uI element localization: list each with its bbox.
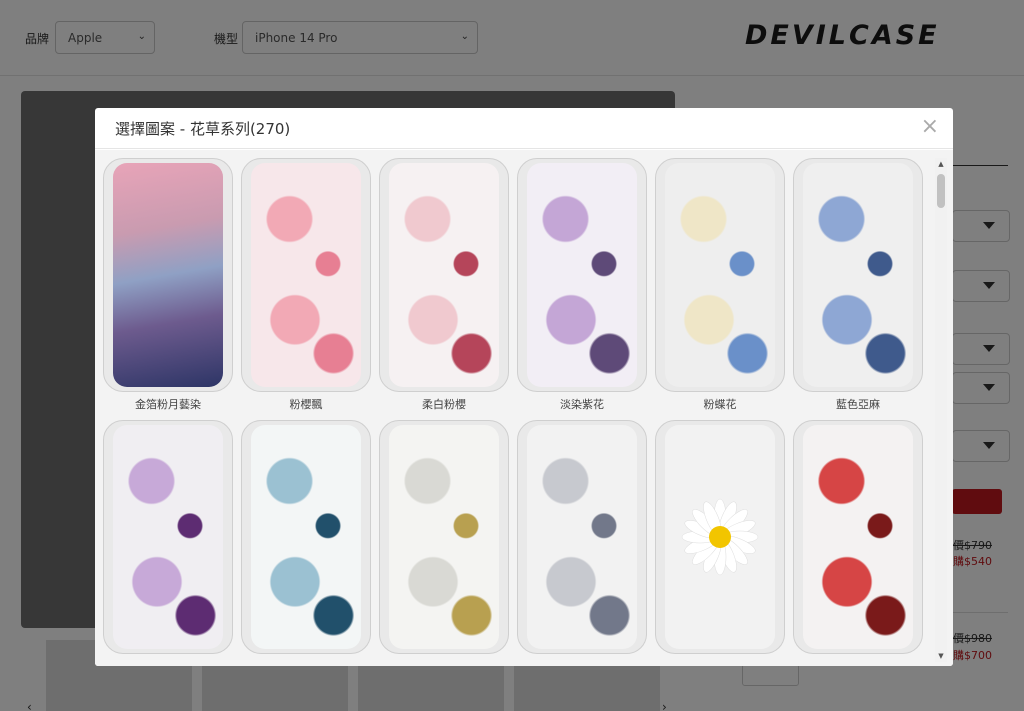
design-card[interactable] [103, 420, 233, 654]
scrollbar-thumb[interactable] [937, 174, 945, 208]
phone-case-frame [103, 158, 233, 392]
phone-case-frame [241, 420, 371, 654]
design-card[interactable] [655, 420, 785, 654]
design-artwork [113, 425, 223, 649]
design-artwork [665, 163, 775, 387]
design-card[interactable]: 藍色亞麻 [793, 158, 923, 412]
modal-body: 金箔粉月藝染 粉櫻飄 柔白粉櫻 淡染紫花 粉蝶花 藍色亞麻 [95, 150, 953, 666]
phone-case-frame [517, 158, 647, 392]
design-artwork [527, 163, 637, 387]
modal-title: 選擇圖案 - 花草系列(270) [115, 120, 291, 138]
phone-case-frame [379, 158, 509, 392]
design-card[interactable]: 粉櫻飄 [241, 158, 371, 412]
pattern-picker-modal: 選擇圖案 - 花草系列(270) × 金箔粉月藝染 粉櫻飄 柔白粉櫻 淡染紫花 粉蝶花 藍… [95, 108, 953, 666]
design-name: 藍色亞麻 [836, 398, 880, 411]
design-name: 粉蝶花 [703, 398, 737, 411]
phone-case-frame [241, 158, 371, 392]
design-artwork [389, 425, 499, 649]
close-icon[interactable]: × [921, 116, 939, 138]
design-artwork [251, 163, 361, 387]
phone-case-frame [793, 158, 923, 392]
daisy-flower-icon [681, 498, 759, 576]
design-artwork [389, 163, 499, 387]
design-card[interactable] [241, 420, 371, 654]
modal-header: 選擇圖案 - 花草系列(270) × [95, 108, 953, 149]
scrollbar[interactable]: ▲ ▼ [935, 158, 947, 662]
phone-case-frame [379, 420, 509, 654]
design-card[interactable]: 柔白粉櫻 [379, 158, 509, 412]
design-name: 粉櫻飄 [289, 398, 323, 411]
phone-case-frame [517, 420, 647, 654]
design-artwork [665, 425, 775, 649]
design-card[interactable]: 金箔粉月藝染 [103, 158, 233, 412]
phone-case-frame [655, 420, 785, 654]
design-card[interactable] [517, 420, 647, 654]
design-artwork [803, 163, 913, 387]
design-artwork [113, 163, 223, 387]
design-card[interactable] [793, 420, 923, 654]
design-card[interactable] [379, 420, 509, 654]
scroll-down-icon[interactable]: ▼ [935, 650, 947, 662]
scroll-up-icon[interactable]: ▲ [935, 158, 947, 170]
design-artwork [527, 425, 637, 649]
design-card[interactable]: 淡染紫花 [517, 158, 647, 412]
design-name: 淡染紫花 [560, 398, 604, 411]
phone-case-frame [103, 420, 233, 654]
design-artwork [251, 425, 361, 649]
phone-case-frame [793, 420, 923, 654]
design-name: 金箔粉月藝染 [135, 398, 201, 411]
design-card[interactable]: 粉蝶花 [655, 158, 785, 412]
design-artwork [803, 425, 913, 649]
phone-case-frame [655, 158, 785, 392]
design-name: 柔白粉櫻 [422, 398, 466, 411]
